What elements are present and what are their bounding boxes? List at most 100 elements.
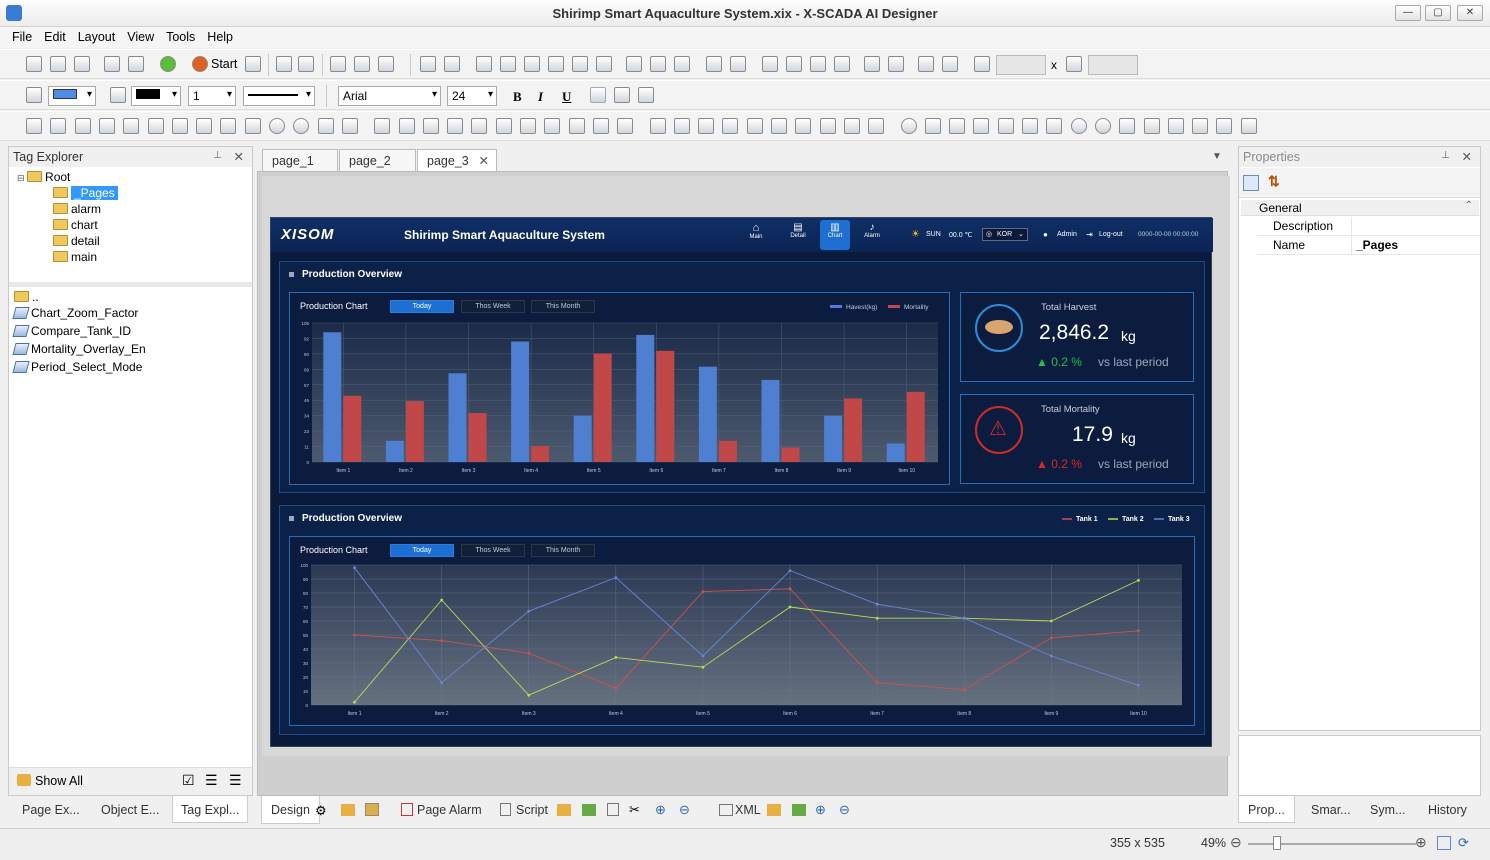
property-group-general[interactable]: General ⌃ — [1241, 200, 1479, 216]
forward-icon[interactable] — [810, 56, 826, 72]
tab-dropdown-icon[interactable]: ▼ — [1212, 151, 1222, 162]
bold-button[interactable]: B — [513, 89, 522, 105]
height-field[interactable] — [1088, 55, 1138, 75]
zoom-out-icon[interactable]: ⊖ — [839, 802, 850, 818]
fill-color-picker[interactable] — [48, 86, 96, 106]
tab-design[interactable]: Design — [261, 796, 320, 824]
tree-root[interactable]: ⊟ Root — [17, 169, 118, 185]
checklist-icon[interactable]: ☑ — [182, 772, 195, 789]
chart-tool-icon[interactable] — [471, 118, 488, 134]
gear-icon[interactable]: ⚙ — [315, 803, 327, 819]
list-detail-icon[interactable]: ☰ — [229, 772, 242, 789]
pie-tool-icon[interactable] — [341, 118, 358, 134]
sound-tool-icon[interactable] — [447, 118, 464, 134]
tag-icon[interactable] — [341, 804, 355, 816]
bezier-tool-icon[interactable] — [123, 118, 140, 134]
zoom-in-icon[interactable]: ⊕ — [1415, 834, 1427, 851]
save-as-icon[interactable] — [104, 56, 120, 72]
open-icon[interactable] — [557, 804, 571, 816]
sort-az-icon[interactable]: ⇅ — [1268, 173, 1280, 190]
backward-icon[interactable] — [834, 56, 850, 72]
tab-page-3[interactable]: page_3 ✕ — [417, 149, 497, 171]
menu-tools[interactable]: Tools — [160, 27, 201, 47]
same-height-icon[interactable] — [650, 56, 666, 72]
maximize-button[interactable]: ▢ — [1425, 5, 1451, 21]
property-row[interactable]: Description — [1257, 217, 1480, 236]
zoom-out-icon[interactable]: ⊖ — [1230, 834, 1242, 851]
property-row[interactable]: Name _Pages — [1257, 236, 1480, 255]
rotate-right-icon[interactable] — [942, 56, 958, 72]
level-tool-icon[interactable] — [673, 118, 690, 134]
logout-button[interactable]: Log-out — [1099, 231, 1123, 238]
diamond-tool-icon[interactable] — [317, 118, 334, 134]
align-top-icon[interactable] — [548, 56, 564, 72]
distribute-v-icon[interactable] — [730, 56, 746, 72]
tab-symbol[interactable]: Sym... — [1370, 803, 1405, 817]
close-icon[interactable]: ✕ — [1462, 149, 1472, 164]
dial-tool-icon[interactable] — [722, 118, 739, 134]
gauge-tool-icon[interactable] — [544, 118, 561, 134]
text-tool-icon[interactable] — [398, 118, 415, 134]
new-icon[interactable] — [26, 56, 42, 72]
image-tool-icon[interactable] — [374, 118, 391, 134]
menu-file[interactable]: File — [6, 27, 38, 47]
pen-icon[interactable] — [110, 87, 126, 103]
textbox-tool-icon[interactable] — [843, 118, 860, 134]
open-icon[interactable] — [767, 804, 781, 816]
align-left-icon[interactable] — [476, 56, 492, 72]
language-select[interactable]: KOR ◎ ⌄ — [982, 228, 1028, 241]
radio-tool-icon[interactable] — [900, 118, 917, 134]
export-icon[interactable] — [582, 804, 596, 816]
nav-alarm[interactable]: ♪ Alarm — [859, 222, 885, 248]
grid-tool-icon[interactable] — [1167, 118, 1184, 134]
tab-tag-explorer[interactable]: Tag Expl... — [172, 796, 249, 823]
flow-tool-icon[interactable] — [495, 118, 512, 134]
export-icon[interactable] — [792, 804, 806, 816]
curve-tool-icon[interactable] — [98, 118, 115, 134]
same-size-icon[interactable] — [674, 56, 690, 72]
line-style-select[interactable] — [243, 86, 315, 106]
trend-tool-icon[interactable] — [1046, 118, 1063, 134]
distribute-h-icon[interactable] — [706, 56, 722, 72]
fill-bucket-icon[interactable] — [26, 87, 42, 103]
tree-item-alarm[interactable]: alarm — [17, 201, 118, 217]
font-family-select[interactable]: Arial — [338, 86, 441, 106]
ungroup-icon[interactable] — [444, 56, 460, 72]
start-button[interactable]: Start — [211, 57, 237, 71]
listbox-tool-icon[interactable] — [924, 118, 941, 134]
motor-tool-icon[interactable] — [746, 118, 763, 134]
nav-main[interactable]: ⌂ Main — [743, 222, 769, 248]
tab-history[interactable]: History — [1428, 803, 1467, 817]
font-size-select[interactable]: 24 — [447, 86, 497, 106]
triangle-tool-icon[interactable] — [171, 118, 188, 134]
tab-properties[interactable]: Prop... — [1238, 796, 1295, 823]
tab-page-1[interactable]: page_1 — [262, 149, 338, 171]
zoom-in-icon[interactable]: ⊕ — [815, 802, 826, 818]
table-tool-icon[interactable] — [949, 118, 966, 134]
meter-tool-icon[interactable] — [698, 118, 715, 134]
check-icon[interactable] — [160, 56, 176, 72]
align-center-icon[interactable] — [500, 56, 516, 72]
ellipse-tool-icon[interactable] — [269, 118, 285, 134]
page-icon[interactable] — [607, 803, 619, 816]
align-middle-icon[interactable] — [572, 56, 588, 72]
tab-smart[interactable]: Smar... — [1311, 803, 1351, 817]
rectangle-tool-icon[interactable] — [196, 118, 213, 134]
zoom-in-icon[interactable]: ⊕ — [655, 802, 666, 818]
close-button[interactable]: ✕ — [1457, 5, 1483, 21]
frame-tool-icon[interactable] — [617, 118, 634, 134]
copy-icon[interactable] — [354, 56, 370, 72]
nav-chart[interactable]: ▥ Chart — [820, 220, 850, 250]
alarm-tool-icon[interactable] — [997, 118, 1014, 134]
start-icon[interactable] — [192, 56, 208, 72]
same-width-icon[interactable] — [626, 56, 642, 72]
web-tool-icon[interactable] — [1070, 118, 1087, 134]
menu-help[interactable]: Help — [201, 27, 239, 47]
tab-page-2[interactable]: page_2 — [339, 149, 416, 171]
text-align-right-icon[interactable] — [638, 87, 654, 103]
valve-tool-icon[interactable] — [771, 118, 787, 134]
menu-edit[interactable]: Edit — [38, 27, 72, 47]
show-all-button[interactable]: Show All — [35, 774, 83, 788]
polygon-tool-icon[interactable] — [74, 118, 91, 134]
circle-tool-icon[interactable] — [293, 118, 310, 134]
